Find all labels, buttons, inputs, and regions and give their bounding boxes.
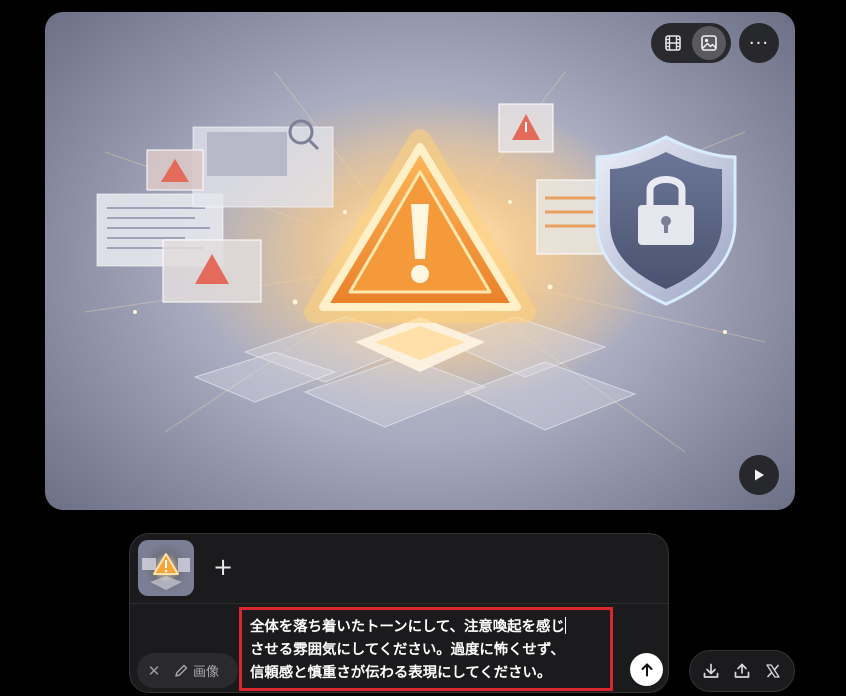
text-caret xyxy=(564,617,566,634)
x-logo-icon xyxy=(765,664,780,678)
more-options-button[interactable]: ··· xyxy=(739,23,779,63)
send-button[interactable] xyxy=(630,653,663,686)
prompt-line-3: 信頼感と慎重さが伝わる表現にしてください。 xyxy=(250,665,552,681)
arrow-up-icon xyxy=(641,663,652,676)
post-to-x-button[interactable] xyxy=(760,658,786,684)
video-view-button[interactable] xyxy=(656,26,690,60)
image-edit-chip[interactable]: ✕ 画像 xyxy=(137,653,238,688)
film-icon xyxy=(665,35,681,51)
pencil-icon xyxy=(175,664,188,677)
composer-divider xyxy=(130,603,668,604)
play-icon xyxy=(755,469,764,481)
view-mode-toggle[interactable] xyxy=(651,23,731,63)
download-button[interactable] xyxy=(698,658,724,684)
image-icon xyxy=(701,35,717,51)
download-icon xyxy=(703,663,719,678)
chip-label: 画像 xyxy=(193,665,220,680)
prompt-textarea[interactable]: 全体を落ち着いたトーンにして、注意喚起を感じ させる雰囲気にしてください。過度に… xyxy=(239,607,613,691)
warning-illustration xyxy=(84,71,766,453)
prompt-composer: + 全体を落ち着いたトーンにして、注意喚起を感じ させる雰囲気にしてください。過… xyxy=(129,533,669,693)
share-icon xyxy=(734,663,750,678)
prompt-line-2: させる雰囲気にしてください。過度に怖くせず、 xyxy=(250,642,565,658)
image-actions xyxy=(689,650,795,692)
play-button[interactable] xyxy=(739,455,779,495)
image-view-button[interactable] xyxy=(692,26,726,60)
close-icon[interactable]: ✕ xyxy=(145,662,163,680)
add-attachment-button[interactable]: + xyxy=(210,554,236,580)
attachment-thumbnail[interactable] xyxy=(138,540,194,596)
generated-image[interactable]: ··· xyxy=(45,12,795,510)
share-button[interactable] xyxy=(729,658,755,684)
more-horizontal-icon: ··· xyxy=(748,32,770,54)
prompt-line-1: 全体を落ち着いたトーンにして、注意喚起を感じ xyxy=(250,617,566,635)
warning-thumbnail-icon xyxy=(142,553,190,590)
